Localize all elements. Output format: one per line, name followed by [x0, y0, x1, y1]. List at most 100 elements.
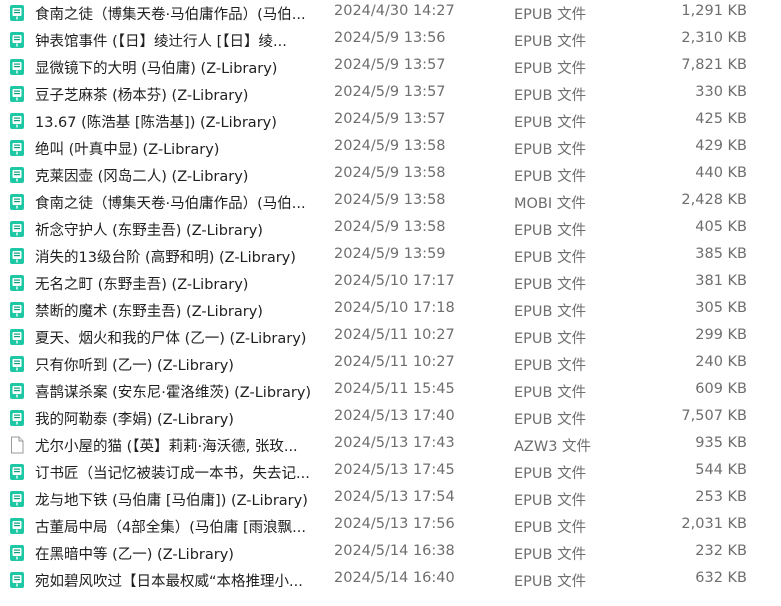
file-modified-date: 2024/5/14 16:38: [334, 543, 455, 559]
ebook-app-icon: [9, 274, 25, 292]
file-row[interactable]: 尤尔小屋的猫 (【英】莉莉·海沃德, 张玫... 2024/5/13 17:43 A…: [0, 432, 781, 459]
ebook-app-icon: [9, 193, 25, 211]
file-row[interactable]: 显微镜下的大明 (马伯庸) (Z-Library) 2024/5/9 13:57 E…: [0, 54, 781, 81]
file-name: 我的阿勒泰 (李娟) (Z-Library): [35, 412, 234, 428]
file-size: 440 KB: [695, 165, 747, 181]
file-modified-date: 2024/5/9 13:57: [334, 84, 446, 100]
file-size: 935 KB: [695, 435, 747, 451]
file-modified-date: 2024/5/14 16:40: [334, 570, 455, 586]
file-row[interactable]: 古董局中局（4部全集）(马伯庸 [雨浪飘... 2024/5/13 17:56 EP…: [0, 513, 781, 540]
file-size: 425 KB: [695, 111, 747, 127]
file-size: 1,291 KB: [681, 3, 747, 19]
file-modified-date: 2024/5/13 17:43: [334, 435, 455, 451]
ebook-app-icon: [9, 112, 25, 130]
file-name: 食南之徒（博集天卷·马伯庸作品）(马伯...: [35, 7, 306, 23]
file-size: 232 KB: [695, 543, 747, 559]
file-modified-date: 2024/5/11 15:45: [334, 381, 455, 397]
file-modified-date: 2024/5/13 17:56: [334, 516, 455, 532]
file-size: 2,428 KB: [681, 192, 747, 208]
file-name: 订书匠（当记忆被装订成一本书，失去记...: [35, 466, 310, 482]
file-row[interactable]: 订书匠（当记忆被装订成一本书，失去记... 2024/5/13 17:45 EPUB…: [0, 459, 781, 486]
file-row[interactable]: 祈念守护人 (东野圭吾) (Z-Library) 2024/5/9 13:58 EP…: [0, 216, 781, 243]
blank-file-icon: [9, 436, 25, 454]
file-size: 253 KB: [695, 489, 747, 505]
file-name: 只有你听到 (乙一) (Z-Library): [35, 358, 234, 374]
file-name: 显微镜下的大明 (马伯庸) (Z-Library): [35, 61, 278, 77]
file-row[interactable]: 只有你听到 (乙一) (Z-Library) 2024/5/11 10:27 EPU…: [0, 351, 781, 378]
file-row[interactable]: 宛如碧风吹过【日本最权威“本格推理小... 2024/5/14 16:40 EPUB…: [0, 567, 781, 594]
file-size: 632 KB: [695, 570, 747, 586]
file-row[interactable]: 豆子芝麻茶 (杨本芬) (Z-Library) 2024/5/9 13:57 EPU…: [0, 81, 781, 108]
file-name: 禁断的魔术 (东野圭吾) (Z-Library): [35, 304, 263, 320]
file-modified-date: 2024/5/9 13:58: [334, 138, 446, 154]
ebook-app-icon: [9, 220, 25, 238]
ebook-app-icon: [9, 571, 25, 589]
file-row[interactable]: 食南之徒（博集天卷·马伯庸作品）(马伯... 2024/5/9 13:58 MOBI…: [0, 189, 781, 216]
file-size: 609 KB: [695, 381, 747, 397]
ebook-app-icon: [9, 517, 25, 535]
file-size: 2,031 KB: [681, 516, 747, 532]
file-modified-date: 2024/5/9 13:56: [334, 30, 446, 46]
ebook-app-icon: [9, 328, 25, 346]
file-row[interactable]: 食南之徒（博集天卷·马伯庸作品）(马伯... 2024/4/30 14:27 EPU…: [0, 0, 781, 27]
file-row[interactable]: 在黑暗中等 (乙一) (Z-Library) 2024/5/14 16:38 EPU…: [0, 540, 781, 567]
ebook-app-icon: [9, 382, 25, 400]
file-size: 330 KB: [695, 84, 747, 100]
file-row[interactable]: 无名之町 (东野圭吾) (Z-Library) 2024/5/10 17:17 EP…: [0, 270, 781, 297]
ebook-app-icon: [9, 85, 25, 103]
file-name: 在黑暗中等 (乙一) (Z-Library): [35, 547, 234, 563]
file-name: 古董局中局（4部全集）(马伯庸 [雨浪飘...: [35, 520, 306, 536]
ebook-app-icon: [9, 166, 25, 184]
ebook-app-icon: [9, 463, 25, 481]
file-row[interactable]: 我的阿勒泰 (李娟) (Z-Library) 2024/5/13 17:40 EPU…: [0, 405, 781, 432]
file-modified-date: 2024/5/9 13:59: [334, 246, 446, 262]
ebook-app-icon: [9, 4, 25, 22]
file-size: 381 KB: [695, 273, 747, 289]
file-modified-date: 2024/5/9 13:58: [334, 165, 446, 181]
file-modified-date: 2024/5/11 10:27: [334, 327, 455, 343]
file-name: 尤尔小屋的猫 (【英】莉莉·海沃德, 张玫...: [35, 439, 298, 455]
file-size: 7,507 KB: [681, 408, 747, 424]
file-row[interactable]: 克莱因壶 (冈岛二人) (Z-Library) 2024/5/9 13:58 EPU…: [0, 162, 781, 189]
file-name: 龙与地下铁 (马伯庸 [马伯庸]) (Z-Library): [35, 493, 308, 509]
file-modified-date: 2024/5/9 13:57: [334, 57, 446, 73]
file-name: 克莱因壶 (冈岛二人) (Z-Library): [35, 169, 249, 185]
file-name: 夏天、烟火和我的尸体 (乙一) (Z-Library): [35, 331, 307, 347]
file-modified-date: 2024/5/11 10:27: [334, 354, 455, 370]
ebook-app-icon: [9, 139, 25, 157]
file-modified-date: 2024/5/10 17:18: [334, 300, 455, 316]
file-row[interactable]: 龙与地下铁 (马伯庸 [马伯庸]) (Z-Library) 2024/5/13 1…: [0, 486, 781, 513]
file-modified-date: 2024/5/9 13:58: [334, 192, 446, 208]
file-row[interactable]: 绝叫 (叶真中显) (Z-Library) 2024/5/9 13:58 EPUB …: [0, 135, 781, 162]
file-modified-date: 2024/4/30 14:27: [334, 3, 455, 19]
ebook-app-icon: [9, 490, 25, 508]
file-row[interactable]: 钟表馆事件 (【日】绫辻行人 [【日】绫... 2024/5/9 13:56 EPU…: [0, 27, 781, 54]
ebook-app-icon: [9, 247, 25, 265]
file-name: 祈念守护人 (东野圭吾) (Z-Library): [35, 223, 263, 239]
file-size: 2,310 KB: [681, 30, 747, 46]
file-modified-date: 2024/5/13 17:45: [334, 462, 455, 478]
file-modified-date: 2024/5/10 17:17: [334, 273, 455, 289]
file-name: 绝叫 (叶真中显) (Z-Library): [35, 142, 220, 158]
file-name: 宛如碧风吹过【日本最权威“本格推理小...: [35, 574, 303, 590]
file-size: 305 KB: [695, 300, 747, 316]
ebook-app-icon: [9, 31, 25, 49]
ebook-app-icon: [9, 58, 25, 76]
file-size: 299 KB: [695, 327, 747, 343]
file-modified-date: 2024/5/9 13:58: [334, 219, 446, 235]
file-size: 544 KB: [695, 462, 747, 478]
file-row[interactable]: 禁断的魔术 (东野圭吾) (Z-Library) 2024/5/10 17:18 E…: [0, 297, 781, 324]
file-name: 食南之徒（博集天卷·马伯庸作品）(马伯...: [35, 196, 306, 212]
file-name: 豆子芝麻茶 (杨本芬) (Z-Library): [35, 88, 249, 104]
file-size: 405 KB: [695, 219, 747, 235]
file-modified-date: 2024/5/9 13:57: [334, 111, 446, 127]
file-name: 13.67 (陈浩基 [陈浩基]) (Z-Library): [35, 115, 277, 131]
ebook-app-icon: [9, 355, 25, 373]
file-size: 7,821 KB: [681, 57, 747, 73]
file-row[interactable]: 13.67 (陈浩基 [陈浩基]) (Z-Library) 2024/5/9 13…: [0, 108, 781, 135]
file-name: 钟表馆事件 (【日】绫辻行人 [【日】绫...: [35, 34, 287, 50]
file-row[interactable]: 夏天、烟火和我的尸体 (乙一) (Z-Library) 2024/5/11 10:…: [0, 324, 781, 351]
file-size: 385 KB: [695, 246, 747, 262]
file-row[interactable]: 喜鹊谋杀案 (安东尼·霍洛维茨) (Z-Library) 2024/5/11 15…: [0, 378, 781, 405]
file-row[interactable]: 消失的13级台阶 (高野和明) (Z-Library) 2024/5/9 13:5…: [0, 243, 781, 270]
